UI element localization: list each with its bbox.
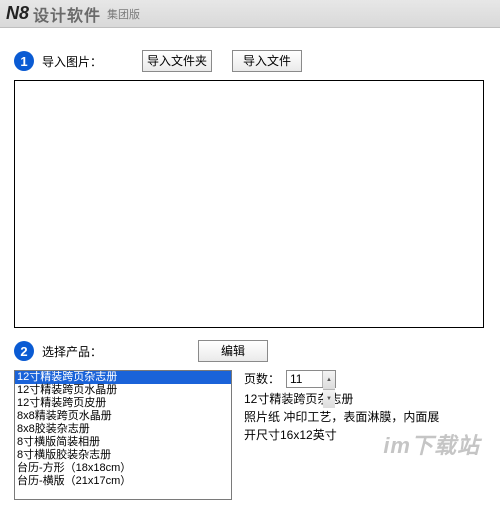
step2-label: 选择产品： bbox=[42, 343, 102, 360]
import-file-button[interactable]: 导入文件 bbox=[232, 50, 302, 72]
content-area: 1 导入图片： 导入文件夹 导入文件 2 选择产品： 编辑 12寸精装跨页杂志册… bbox=[0, 28, 500, 500]
product-list-item[interactable]: 8x8精装跨页水晶册 bbox=[15, 410, 231, 423]
product-list-item[interactable]: 8x8胶装杂志册 bbox=[15, 423, 231, 436]
pages-spinner[interactable]: ▲ ▼ bbox=[322, 371, 335, 387]
step1-label: 导入图片： bbox=[42, 53, 102, 70]
pages-value: 11 bbox=[290, 370, 302, 388]
product-list-item[interactable]: 12寸精装跨页水晶册 bbox=[15, 384, 231, 397]
product-section: 12寸精装跨页杂志册12寸精装跨页水晶册12寸精装跨页皮册8x8精装跨页水晶册8… bbox=[14, 370, 486, 500]
product-list-item[interactable]: 8寸横版简装相册 bbox=[15, 436, 231, 449]
pages-input[interactable]: 11 ▲ ▼ bbox=[286, 370, 336, 388]
app-edition: 集团版 bbox=[107, 6, 140, 22]
product-list-item[interactable]: 台历-横版（21x17cm） bbox=[15, 475, 231, 488]
product-list-item[interactable]: 8寸横版胶装杂志册 bbox=[15, 449, 231, 462]
detail-line-1: 12寸精装跨页杂志册 bbox=[244, 390, 439, 408]
step2-row: 2 选择产品： 编辑 bbox=[14, 340, 486, 362]
product-list-item[interactable]: 12寸精装跨页皮册 bbox=[15, 397, 231, 410]
pages-label: 页数： bbox=[244, 370, 280, 388]
import-folder-button[interactable]: 导入文件夹 bbox=[142, 50, 212, 72]
app-title: 设计软件 bbox=[33, 2, 101, 26]
product-detail: 页数： 11 ▲ ▼ 12寸精装跨页杂志册 照片纸 冲印工艺，表面淋膜，内面展 … bbox=[244, 370, 439, 500]
product-list-item[interactable]: 台历-方形（18x18cm） bbox=[15, 462, 231, 475]
spinner-up-icon[interactable]: ▲ bbox=[323, 371, 335, 390]
step2-badge: 2 bbox=[14, 341, 34, 361]
step1-row: 1 导入图片： 导入文件夹 导入文件 bbox=[14, 50, 486, 72]
edit-button[interactable]: 编辑 bbox=[198, 340, 268, 362]
app-logo: N8 bbox=[6, 3, 29, 24]
product-list[interactable]: 12寸精装跨页杂志册12寸精装跨页水晶册12寸精装跨页皮册8x8精装跨页水晶册8… bbox=[14, 370, 232, 500]
titlebar: N8 设计软件 集团版 bbox=[0, 0, 500, 28]
product-list-item[interactable]: 12寸精装跨页杂志册 bbox=[15, 371, 231, 384]
step1-badge: 1 bbox=[14, 51, 34, 71]
pages-row: 页数： 11 ▲ ▼ bbox=[244, 370, 439, 388]
detail-line-3: 开尺寸16x12英寸 bbox=[244, 426, 439, 444]
detail-line-2: 照片纸 冲印工艺，表面淋膜，内面展 bbox=[244, 408, 439, 426]
spinner-down-icon[interactable]: ▼ bbox=[323, 390, 335, 408]
image-import-panel[interactable] bbox=[14, 80, 484, 328]
